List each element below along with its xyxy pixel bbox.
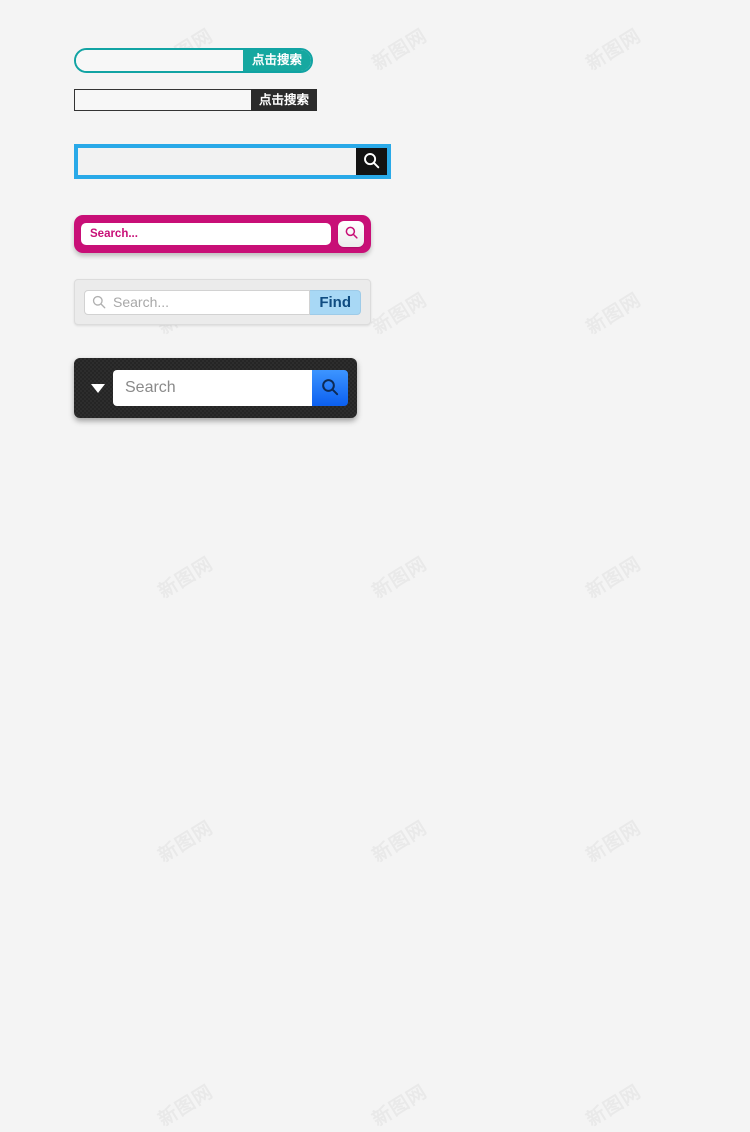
search-input-magenta[interactable] (81, 223, 331, 245)
watermark-text: 新图网 (580, 813, 646, 868)
search-input-blue[interactable] (78, 148, 356, 175)
chevron-down-icon (91, 383, 105, 393)
search-button-black[interactable]: 点击搜索 (250, 89, 317, 111)
watermark-text: 新图网 (152, 1077, 218, 1132)
find-button[interactable]: Find (310, 289, 361, 315)
search-button-dark[interactable] (312, 370, 348, 406)
search-button-blue[interactable] (356, 148, 387, 175)
magnifier-icon (320, 377, 340, 400)
magnifier-icon (344, 225, 359, 243)
search-button-teal[interactable]: 点击搜索 (242, 50, 311, 71)
watermark-text: 新图网 (366, 813, 432, 868)
search-bar-black-square: 点击搜索 (74, 89, 317, 111)
search-bar-teal-pill: 点击搜索 (74, 48, 313, 73)
magnifier-icon (362, 151, 381, 173)
search-input-teal[interactable] (76, 50, 243, 71)
search-bar-blue-outline (74, 144, 391, 179)
watermark-text: 新图网 (0, 1077, 4, 1132)
watermark-text: 新图网 (366, 1077, 432, 1132)
category-dropdown-toggle[interactable] (83, 383, 113, 393)
search-bar-gray-find: Find (74, 279, 371, 325)
search-input-wrapper-find (84, 289, 311, 315)
search-bar-magenta (74, 215, 371, 253)
watermark-text: 新图网 (0, 813, 4, 868)
magnifier-icon (91, 294, 107, 310)
watermark-text: 新图网 (580, 1077, 646, 1132)
search-input-black[interactable] (74, 89, 251, 111)
watermark-text: 新图网 (152, 813, 218, 868)
search-bar-dark-dropdown (74, 358, 357, 418)
search-input-find[interactable] (107, 294, 310, 310)
search-button-magenta[interactable] (338, 221, 364, 247)
search-bar-collection: 点击搜索 点击搜索 Search... Search... Find Searc… (0, 0, 750, 800)
search-input-dark[interactable] (113, 370, 312, 406)
